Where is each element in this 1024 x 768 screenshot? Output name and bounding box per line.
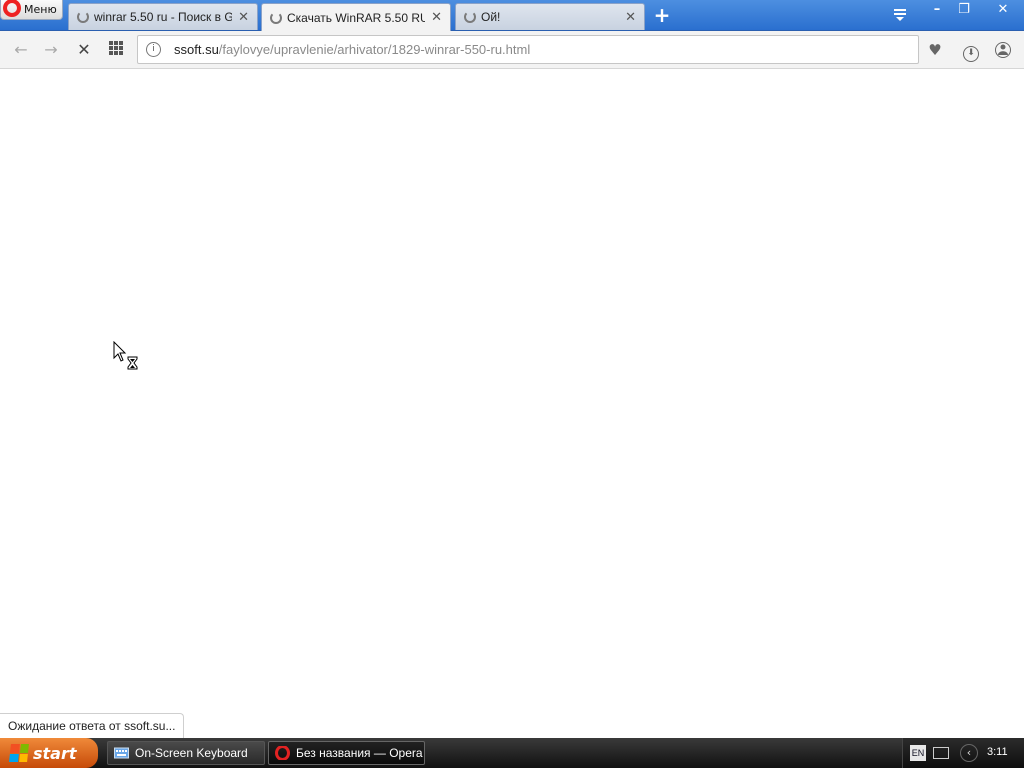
task-label: Без названия — Opera <box>296 746 423 760</box>
tab-title: Ой! <box>481 10 501 24</box>
screen: Меню winrar 5.50 ru - Поиск в Google ✕ С… <box>0 0 1024 768</box>
menu-label: Меню <box>24 3 57 16</box>
speed-dial-button[interactable] <box>105 40 127 60</box>
grid-icon <box>109 41 123 55</box>
busy-cursor-icon <box>113 341 138 370</box>
account-icon <box>995 42 1011 58</box>
tab-title: Скачать WinRAR 5.50 RU <box>287 10 426 25</box>
back-button[interactable]: ← <box>10 40 32 60</box>
taskbar-item-opera[interactable]: Без названия — Opera <box>268 741 425 765</box>
start-button[interactable]: start <box>0 738 98 768</box>
minimize-button[interactable]: – <box>925 2 949 20</box>
stop-loading-button[interactable]: ✕ <box>73 40 95 60</box>
loading-spinner-icon <box>77 11 89 23</box>
taskbar-item-on-screen-keyboard[interactable]: On-Screen Keyboard <box>107 741 265 765</box>
tab-close-icon[interactable]: ✕ <box>625 10 636 25</box>
tab-oops[interactable]: Ой! ✕ <box>455 3 645 30</box>
restore-button[interactable]: ❐ <box>952 2 976 20</box>
opera-menu-button[interactable]: Меню <box>0 0 63 20</box>
system-tray: EN ‹ 3:11 <box>902 738 1024 768</box>
task-label: On-Screen Keyboard <box>135 746 248 760</box>
page-content <box>0 70 1024 738</box>
site-info-icon[interactable]: i <box>146 42 161 57</box>
forward-button[interactable]: → <box>40 40 62 60</box>
language-indicator[interactable]: EN <box>910 745 926 761</box>
downloads-button[interactable]: ⬇ <box>960 40 982 62</box>
tab-close-icon[interactable]: ✕ <box>238 10 249 25</box>
keyboard-tray-icon[interactable] <box>933 747 949 759</box>
address-bar[interactable]: i ssoft.su/faylovye/upravlenie/arhivator… <box>137 35 919 64</box>
windows-flag-icon <box>9 744 29 762</box>
loading-spinner-icon <box>270 11 282 24</box>
clock[interactable]: 3:11 <box>987 746 1008 758</box>
close-window-button[interactable]: ✕ <box>988 2 1018 20</box>
url-path: /faylovye/upravlenie/arhivator/1829-winr… <box>218 42 531 57</box>
windows-taskbar: start On-Screen Keyboard Без названия — … <box>0 738 1024 768</box>
keyboard-icon <box>114 747 129 759</box>
tab-menu-glyph <box>894 9 906 21</box>
address-toolbar: ← → ✕ i ssoft.su/faylovye/upravlenie/arh… <box>0 31 1024 69</box>
tab-google-search[interactable]: winrar 5.50 ru - Поиск в Google ✕ <box>68 3 258 30</box>
tab-close-icon[interactable]: ✕ <box>431 10 442 25</box>
favorite-heart-icon[interactable]: ♥ <box>924 40 946 60</box>
opera-icon <box>275 746 290 760</box>
url-text[interactable]: ssoft.su/faylovye/upravlenie/arhivator/1… <box>174 42 530 57</box>
loading-spinner-icon <box>464 11 476 23</box>
url-domain: ssoft.su <box>174 42 219 57</box>
tab-strip: Меню winrar 5.50 ru - Поиск в Google ✕ С… <box>0 0 1024 31</box>
download-icon: ⬇ <box>963 46 979 62</box>
show-hidden-icons-button[interactable]: ‹ <box>960 744 978 762</box>
status-tooltip: Ожидание ответа от ssoft.su... <box>0 713 185 738</box>
account-button[interactable] <box>992 40 1014 60</box>
start-label: start <box>33 743 77 763</box>
new-tab-button[interactable]: + <box>652 5 672 26</box>
tab-menu-icon[interactable] <box>890 6 910 26</box>
opera-logo-icon <box>3 0 21 17</box>
tab-winrar-download[interactable]: Скачать WinRAR 5.50 RU ✕ <box>261 3 451 31</box>
tab-title: winrar 5.50 ru - Поиск в Google <box>94 10 233 24</box>
